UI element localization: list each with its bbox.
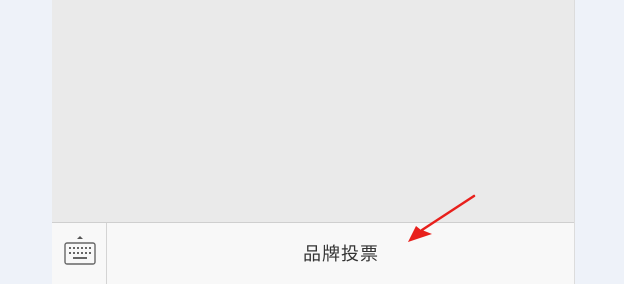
red-arrow-icon	[408, 194, 476, 242]
keyboard-icon	[64, 236, 96, 265]
custom-menu-bar: 品牌投票	[52, 222, 574, 284]
keyboard-toggle-button[interactable]	[52, 223, 107, 284]
menu-item-brand-vote[interactable]: 品牌投票	[108, 223, 574, 284]
message-area	[52, 0, 574, 222]
menu-item-label: 品牌投票	[303, 243, 379, 265]
chat-window: 品牌投票	[52, 0, 575, 284]
caret-up-icon	[77, 236, 83, 239]
